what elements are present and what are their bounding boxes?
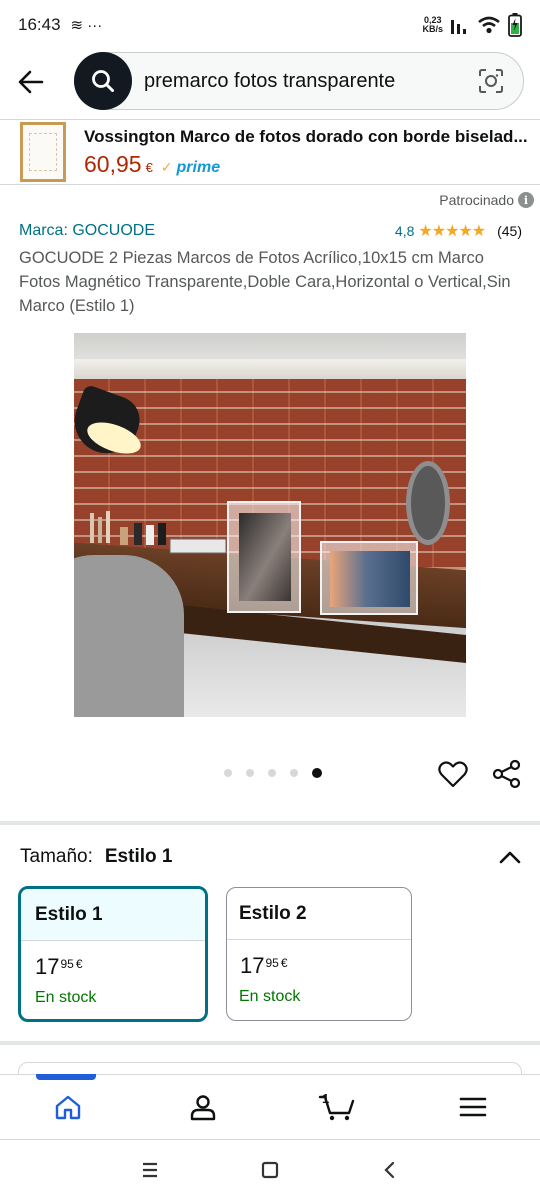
- star-rating-icon: ★★★★★: [418, 223, 486, 240]
- home-icon: [55, 1095, 80, 1120]
- camera-search-button[interactable]: [469, 59, 513, 103]
- search-query[interactable]: premarco fotos transparente: [144, 70, 469, 93]
- nav-cart[interactable]: 1: [270, 1075, 405, 1139]
- nav-menu[interactable]: [405, 1075, 540, 1139]
- share-icon: [492, 759, 521, 789]
- recent-apps-icon: [143, 1162, 157, 1178]
- size-selector-header[interactable]: Tamaño: Estilo 1: [20, 842, 525, 872]
- network-speed: 0,23 KB/s: [422, 16, 443, 34]
- home-system-button[interactable]: [250, 1150, 290, 1190]
- cart-count-badge: 1: [322, 1091, 330, 1106]
- nav-account[interactable]: [135, 1075, 270, 1139]
- sponsored-product-banner[interactable]: Vossington Marco de fotos dorado con bor…: [0, 119, 540, 185]
- search-icon: [92, 70, 114, 92]
- sponsored-product-price: 60,95: [84, 150, 142, 177]
- size-option-name: Estilo 1: [21, 889, 205, 941]
- stock-status: En stock: [35, 989, 97, 1006]
- price-whole: 17: [35, 954, 60, 979]
- search-header: premarco fotos transparente: [0, 50, 540, 114]
- landscape-frame: [320, 541, 418, 615]
- sponsored-product-currency: €: [145, 159, 153, 175]
- size-option-name: Estilo 2: [227, 888, 411, 940]
- active-tab-indicator: [36, 1074, 96, 1080]
- section-divider: [0, 1041, 540, 1045]
- sponsored-product-title[interactable]: Vossington Marco de fotos dorado con bor…: [84, 127, 529, 147]
- sponsored-label[interactable]: Patrocinado i: [439, 192, 534, 208]
- camera-lens-icon: [479, 69, 503, 93]
- stock-status: En stock: [239, 988, 301, 1005]
- nav-home[interactable]: [0, 1074, 135, 1139]
- portrait-frame: [227, 501, 301, 613]
- wishlist-button[interactable]: [436, 757, 470, 791]
- account-icon: [190, 1095, 215, 1121]
- brand-rating-row: Marca: GOCUODE 4,8 ★★★★★ (45): [19, 221, 522, 241]
- sponsored-label-text: Patrocinado: [439, 192, 514, 208]
- section-divider: [0, 821, 540, 825]
- system-back-button[interactable]: [370, 1150, 410, 1190]
- size-option-estilo-2[interactable]: Estilo 2 17 95 € En stock: [226, 887, 412, 1021]
- status-bar: 16:43 ≋ ··· 0,23 KB/s: [0, 0, 540, 50]
- system-navigation-bar: [0, 1140, 540, 1200]
- bottom-navigation: 1: [0, 1074, 540, 1140]
- carousel-dot[interactable]: [268, 769, 276, 777]
- carousel-dot[interactable]: [246, 769, 254, 777]
- arrow-left-icon: [18, 70, 44, 94]
- carousel-dot-active[interactable]: [312, 768, 322, 778]
- status-time: 16:43: [18, 15, 61, 34]
- carousel-dots[interactable]: [224, 768, 322, 778]
- chevron-up-icon[interactable]: [495, 842, 525, 872]
- price-fraction: 95: [60, 957, 74, 971]
- battery-icon: [508, 13, 522, 37]
- price-fraction: 95: [265, 956, 279, 970]
- back-button[interactable]: [6, 57, 56, 107]
- carousel-dot[interactable]: [224, 769, 232, 777]
- recent-apps-button[interactable]: [130, 1150, 170, 1190]
- size-option-price: 17 95 €: [21, 955, 205, 979]
- info-icon[interactable]: i: [518, 192, 534, 208]
- wifi-icon: [478, 16, 500, 34]
- price-currency: €: [75, 957, 83, 971]
- network-speed-unit: KB/s: [422, 24, 443, 34]
- size-selected-value: Estilo 1: [104, 846, 173, 867]
- rating-count: (45): [497, 223, 522, 239]
- size-label: Tamaño:: [20, 846, 93, 867]
- prime-check-icon: ✓: [160, 158, 173, 175]
- rating-value: 4,8: [394, 223, 415, 239]
- search-button[interactable]: [74, 52, 132, 110]
- sponsored-product-thumbnail[interactable]: [20, 122, 66, 182]
- carousel-dot[interactable]: [290, 769, 298, 777]
- signal-icon: [451, 20, 466, 34]
- size-option-price: 17 95 €: [227, 954, 411, 978]
- price-currency: €: [280, 956, 288, 970]
- search-input[interactable]: premarco fotos transparente: [74, 52, 524, 110]
- notification-icons: ≋ ···: [70, 17, 103, 34]
- heart-icon: [438, 761, 468, 788]
- product-rating[interactable]: 4,8 ★★★★★ (45): [395, 221, 522, 241]
- price-whole: 17: [240, 953, 265, 978]
- square-home-icon: [261, 1161, 279, 1179]
- size-option-estilo-1[interactable]: Estilo 1 17 95 € En stock: [18, 886, 208, 1022]
- brand-link[interactable]: Marca: GOCUODE: [19, 222, 155, 240]
- share-button[interactable]: [490, 757, 524, 791]
- prime-badge: prime: [176, 158, 221, 176]
- product-title[interactable]: GOCUODE 2 Piezas Marcos de Fotos Acrílic…: [19, 246, 524, 318]
- menu-icon: [459, 1097, 486, 1117]
- chevron-left-icon: [384, 1161, 395, 1179]
- product-image[interactable]: [74, 333, 466, 717]
